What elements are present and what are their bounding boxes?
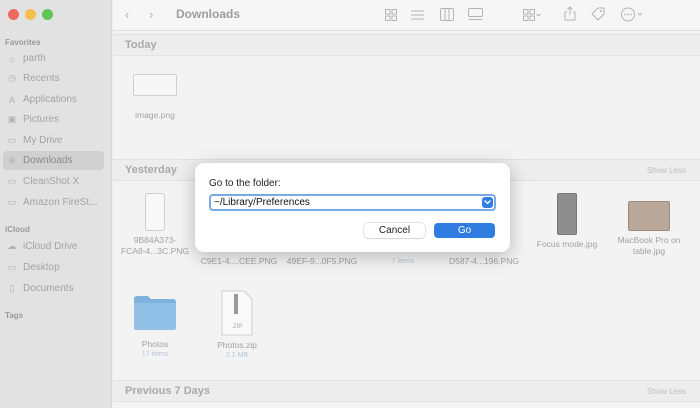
sidebar-item-label: My Drive [23,135,63,146]
tags-header: Tags [5,311,24,320]
file-name: Focus mode.jpg [536,239,598,249]
item-count: 7 items [391,258,415,265]
folder-icon: ▭ [7,197,17,207]
more-actions-icon[interactable] [621,7,645,22]
file-item-image-png[interactable]: image.png [110,74,200,121]
folder-item-photos[interactable]: Photos 17 items [110,293,200,359]
pictures-icon: ▣ [7,114,17,124]
file-name-line2: C9E1-4....CEE.PNG [200,256,278,266]
file-thumbnail [628,201,670,231]
sidebar-item-pictures[interactable]: ▣ Pictures [3,110,104,129]
go-to-folder-dialog: Go to the folder: Cancel Go [195,163,510,252]
zip-badge: ZIP [233,324,243,330]
sidebar-item-documents[interactable]: ▯ Documents [3,279,104,298]
sidebar-item-label: Applications [23,94,77,105]
clock-icon: ◷ [8,73,16,83]
folder-icon: ▭ [7,176,17,186]
sidebar-item-label: Documents [23,283,74,294]
sidebar-item-amazon[interactable]: ▭ Amazon FireSt... [3,193,104,212]
download-icon: ⊕ [8,155,16,165]
home-icon: ⌂ [9,53,15,64]
show-less-link[interactable]: Show Less [647,166,686,175]
go-button[interactable]: Go [434,223,495,238]
file-name: image.png [135,110,175,120]
file-name: Photos.zip [217,340,257,350]
file-item-png-1[interactable]: 9B84A373- FCA8-4...3C.PNG [110,193,200,257]
item-count: 17 items [141,351,169,358]
file-thumbnail [133,74,177,96]
sidebar-item-cleanshot[interactable]: ▭ CleanShot X [3,172,104,191]
sidebar-item-recents[interactable]: ◷ Recents [3,69,104,88]
file-item-focus-mode[interactable]: Focus mode.jpg [522,193,612,250]
file-name: MacBook Pro on [617,235,681,245]
sidebar-item-label: parth [23,53,46,64]
forward-icon[interactable]: › [149,8,153,21]
list-view-icon[interactable] [411,9,424,21]
section-previous-7-days: Previous 7 Days Show Less [113,380,700,402]
file-thumbnail [145,193,165,231]
sidebar-item-desktop[interactable]: ▭ Desktop [3,258,104,277]
sidebar: Favorites ⌂ parth ◷ Recents A Applicatio… [0,0,112,408]
section-today: Today [113,34,700,56]
folder-icon [134,296,176,330]
path-history-dropdown[interactable] [482,197,493,208]
icloud-header: iCloud [5,225,30,234]
section-title: Today [125,39,157,51]
sidebar-item-label: Recents [23,73,60,84]
close-button[interactable] [8,9,19,20]
file-name-line2: D587-4...196.PNG [449,256,519,266]
sidebar-item-label: CleanShot X [23,176,80,187]
chevron-down-icon [484,200,491,205]
document-icon: ▯ [9,283,15,293]
finder-window: Favorites ⌂ parth ◷ Recents A Applicatio… [0,0,700,408]
sidebar-item-label: iCloud Drive [23,241,78,252]
sidebar-item-icloud-drive[interactable]: ☁ iCloud Drive [3,237,104,256]
favorites-header: Favorites [5,38,41,47]
file-name: Photos [141,339,169,349]
sidebar-item-my-drive[interactable]: ▭ My Drive [3,131,104,150]
window-title: Downloads [176,7,241,21]
section-title: Previous 7 Days [125,385,210,397]
zoom-button[interactable] [42,9,53,20]
path-field[interactable] [209,194,496,211]
toolbar: ‹ › Downloads [113,0,700,31]
grid-view-icon[interactable] [385,9,397,21]
window-controls [8,9,53,20]
file-item-macbook[interactable]: MacBook Pro on table.jpg [604,193,694,257]
sidebar-item-label: Amazon FireSt... [23,197,98,208]
path-input[interactable] [214,196,476,209]
tag-icon[interactable] [591,7,606,22]
cancel-button[interactable]: Cancel [364,223,425,238]
sidebar-item-downloads[interactable]: ⊕ Downloads [3,151,104,170]
gallery-view-icon[interactable] [468,8,483,21]
share-icon[interactable] [564,6,576,21]
sidebar-item-parth[interactable]: ⌂ parth [3,49,104,68]
applications-icon: A [8,94,15,105]
sidebar-item-label: Downloads [23,155,73,166]
dialog-label: Go to the folder: [209,178,281,189]
drive-icon: ▭ [7,135,17,145]
file-name: 9B84A373- [133,235,177,245]
sidebar-item-applications[interactable]: A Applications [3,90,104,109]
file-name-line2: FCA8-4...3C.PNG [120,246,190,256]
sidebar-item-label: Desktop [23,262,60,273]
sidebar-item-label: Pictures [23,114,60,125]
column-view-icon[interactable] [440,8,454,21]
minimize-button[interactable] [25,9,36,20]
file-size: 2.1 MB [225,352,249,359]
cloud-icon: ☁ [7,241,17,251]
file-name-line2: table.jpg [632,246,666,256]
back-icon[interactable]: ‹ [125,8,129,21]
file-name-line2: 49EF-9...0F5.PNG [286,256,358,266]
group-by-icon[interactable] [523,9,541,21]
file-item-photos-zip[interactable]: ZIP Photos.zip 2.1 MB [192,290,282,360]
desktop-icon: ▭ [7,262,17,272]
section-title: Yesterday [125,164,177,176]
file-thumbnail [557,193,577,235]
show-less-link[interactable]: Show Less [647,387,686,396]
